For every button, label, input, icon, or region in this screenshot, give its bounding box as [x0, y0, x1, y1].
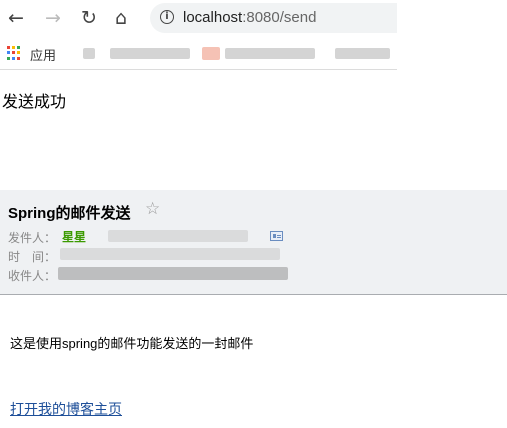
- apps-grid-dot: [7, 46, 10, 49]
- apps-grid-icon[interactable]: [7, 46, 21, 60]
- home-icon[interactable]: ⌂: [110, 7, 132, 29]
- contact-card-icon[interactable]: [270, 231, 283, 241]
- apps-grid-dot: [7, 51, 10, 55]
- redacted-bookmark: [110, 48, 190, 59]
- url-text[interactable]: localhost:8080/send: [183, 9, 316, 26]
- to-label: 收件人：: [8, 269, 57, 283]
- blog-home-link[interactable]: 打开我的博客主页: [10, 399, 122, 419]
- apps-label[interactable]: 应用: [30, 45, 56, 64]
- browser-toolbar: ← → ↻ ⌂ i localhost:8080/send: [0, 0, 397, 36]
- apps-grid-dot: [7, 56, 10, 60]
- redacted-time: [60, 248, 280, 260]
- star-outline-icon[interactable]: ☆: [145, 199, 160, 219]
- mail-header: Spring的邮件发送 ☆ 发件人： 星星 时 间： 收件人：: [0, 190, 507, 295]
- arrow-right-icon[interactable]: →: [42, 7, 64, 29]
- time-label: 时 间：: [8, 250, 57, 264]
- sender-name[interactable]: 星星: [62, 228, 86, 245]
- from-label: 发件人：: [8, 231, 57, 245]
- info-circle-icon[interactable]: i: [160, 10, 174, 24]
- redacted-bookmark: [335, 48, 390, 59]
- bookmarks-bar: 应用: [0, 36, 397, 70]
- url-path: :8080/send: [242, 9, 317, 26]
- redacted-bookmark: [83, 48, 95, 59]
- apps-grid-dot: [17, 56, 20, 60]
- address-bar[interactable]: i localhost:8080/send: [150, 3, 397, 33]
- url-host: localhost: [183, 9, 243, 26]
- apps-grid-dot: [12, 51, 15, 55]
- send-result-text: 发送成功: [2, 94, 67, 111]
- redacted-sender-address: [108, 230, 248, 242]
- apps-grid-dot: [12, 56, 15, 60]
- apps-grid-dot: [12, 46, 15, 49]
- apps-grid-dot: [17, 51, 20, 55]
- redacted-bookmark: [225, 48, 315, 59]
- mail-body-text: 这是使用spring的邮件功能发送的一封邮件: [10, 336, 254, 351]
- arrow-left-icon[interactable]: ←: [5, 7, 27, 29]
- apps-grid-dot: [17, 46, 20, 49]
- redacted-recipient: [58, 267, 288, 280]
- reload-icon[interactable]: ↻: [78, 7, 100, 29]
- redacted-bookmark: [202, 47, 220, 60]
- mail-subject: Spring的邮件发送: [8, 205, 131, 222]
